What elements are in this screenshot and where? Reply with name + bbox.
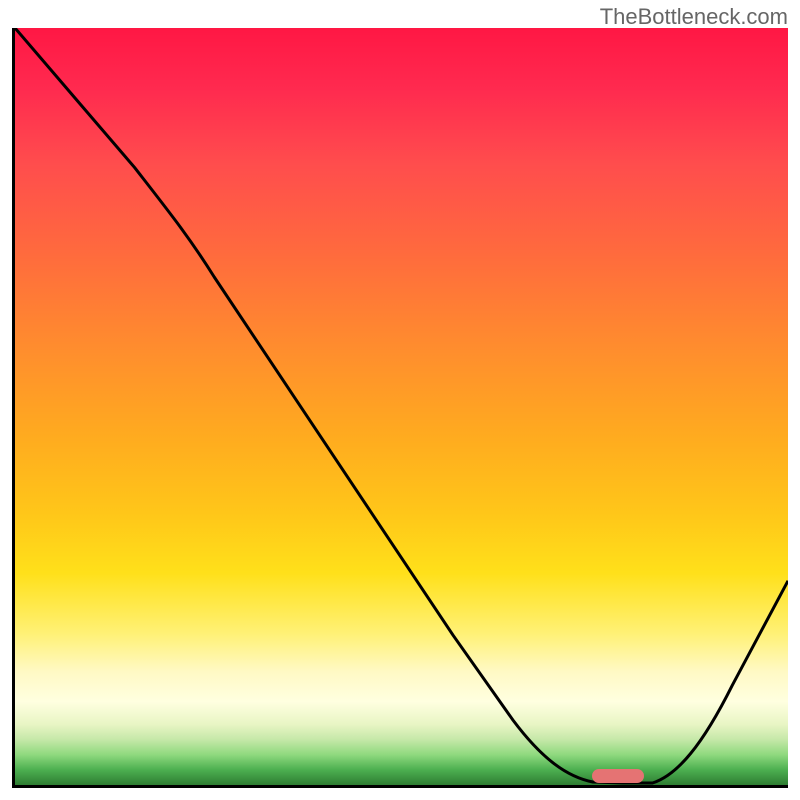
bottleneck-curve [15,28,788,783]
optimal-range-marker [592,769,644,783]
chart-curve-svg [15,28,788,785]
chart-plot-area [12,28,788,788]
watermark-text: TheBottleneck.com [600,4,788,30]
